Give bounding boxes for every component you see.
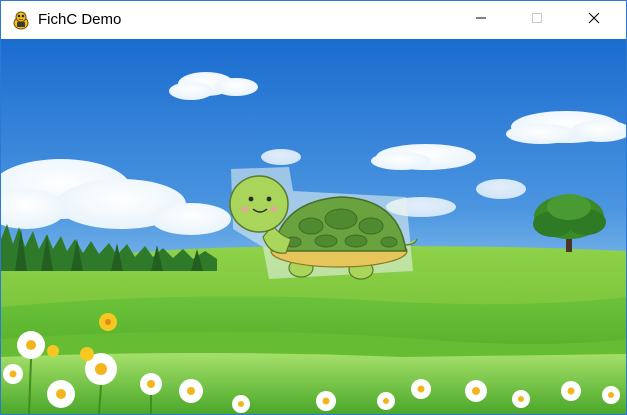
game-canvas[interactable]: [1, 39, 626, 414]
close-icon: [588, 11, 600, 29]
close-button[interactable]: [571, 1, 617, 39]
pygame-snake-icon: [11, 10, 31, 30]
maximize-icon: [531, 11, 543, 29]
minimize-icon: [475, 11, 487, 29]
app-window: FichC Demo: [0, 0, 627, 415]
minimize-button[interactable]: [458, 1, 504, 39]
title-bar[interactable]: FichC Demo: [1, 1, 626, 39]
maximize-button[interactable]: [514, 1, 560, 39]
window-title: FichC Demo: [38, 11, 122, 28]
